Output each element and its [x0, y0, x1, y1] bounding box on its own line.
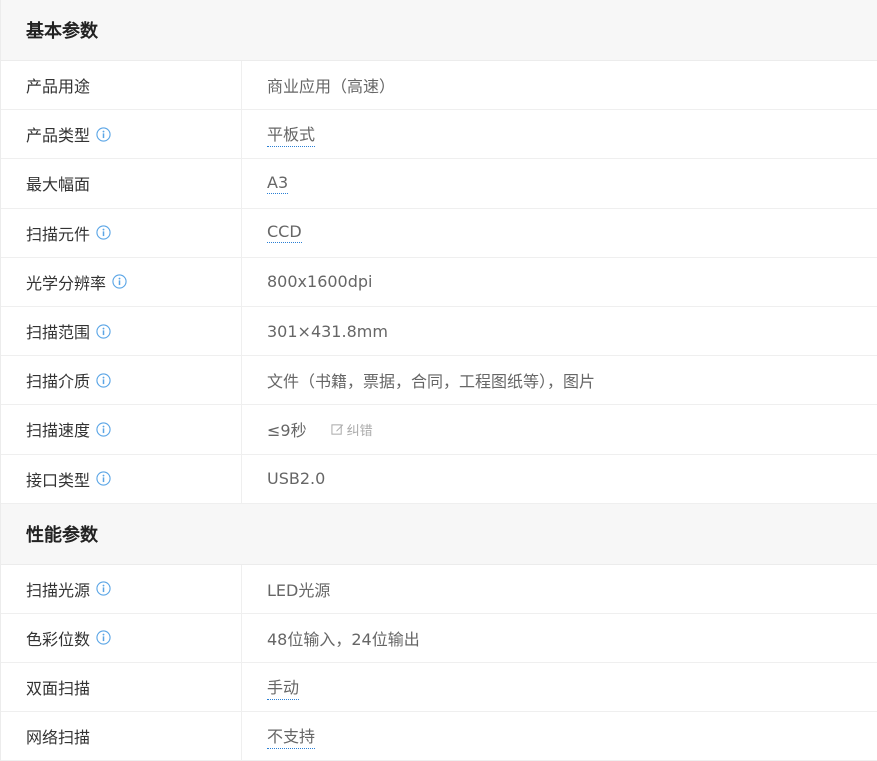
spec-value-link[interactable]: CCD — [267, 222, 302, 244]
spec-value-cell: 301×431.8mm — [242, 322, 877, 341]
spec-label-cell: 扫描介质 — [1, 356, 242, 405]
spec-label-cell: 网络扫描 — [1, 712, 242, 761]
correction-button[interactable]: 纠错 — [331, 420, 373, 439]
spec-value-link[interactable]: 手动 — [267, 674, 300, 701]
spec-label: 接口类型 — [26, 470, 91, 490]
info-icon[interactable] — [96, 323, 111, 339]
spec-value-link[interactable]: A3 — [267, 173, 289, 194]
spec-value: 800x1600dpi — [267, 272, 373, 292]
spec-label-cell: 产品类型 — [1, 110, 242, 159]
info-icon[interactable] — [96, 581, 111, 596]
info-icon[interactable] — [96, 373, 111, 388]
spec-row: 扫描介质 文件（书籍，票据，合同，工程图纸等），图片 — [1, 356, 877, 406]
info-icon[interactable] — [96, 225, 111, 240]
spec-label: 扫描速度 — [26, 421, 91, 441]
spec-label-cell: 接口类型 — [1, 454, 242, 503]
spec-value-cell: USB2.0 — [242, 469, 877, 488]
spec-label: 色彩位数 — [26, 629, 91, 649]
spec-value: LED光源 — [267, 580, 331, 600]
spec-value-cell: LED光源 — [242, 577, 877, 601]
spec-label: 光学分辨率 — [26, 273, 107, 293]
spec-value-cell: 手动 — [242, 674, 877, 701]
spec-row: 产品用途 商业应用（高速） — [1, 61, 877, 111]
spec-value-cell: 商业应用（高速） — [242, 73, 877, 97]
spec-value-cell: 48位输入，24位输出 — [242, 626, 877, 650]
spec-row: 扫描元件 CCD — [1, 208, 877, 258]
info-icon[interactable] — [96, 422, 111, 437]
spec-value: USB2.0 — [267, 469, 326, 489]
spec-value: 文件（书籍，票据，合同，工程图纸等），图片 — [267, 372, 596, 392]
spec-label-cell: 扫描速度 — [1, 405, 242, 454]
spec-row: 网络扫描 不支持 — [1, 712, 877, 761]
spec-label-cell: 色彩位数 — [1, 613, 242, 663]
section-title: 基本参数 — [1, 0, 877, 61]
spec-label: 产品用途 — [26, 77, 91, 97]
spec-value: ≤9秒 — [267, 421, 307, 441]
spec-value-cell: A3 — [242, 173, 877, 194]
spec-label-cell: 光学分辨率 — [1, 257, 242, 306]
section-title: 性能参数 — [1, 503, 877, 565]
spec-value-cell: 800x1600dpi — [242, 272, 877, 291]
spec-value-link[interactable]: 不支持 — [267, 723, 316, 750]
correction-label: 纠错 — [346, 423, 373, 439]
spec-label: 网络扫描 — [26, 728, 91, 748]
spec-row: 接口类型 USB2.0 — [1, 454, 877, 504]
spec-value: 商业应用（高速） — [267, 77, 396, 97]
spec-label: 产品类型 — [26, 126, 91, 146]
spec-label: 扫描元件 — [26, 224, 91, 244]
spec-row: 扫描速度 ≤9秒 纠错 — [1, 405, 877, 455]
spec-label: 双面扫描 — [26, 679, 91, 699]
spec-label-cell: 扫描范围 — [1, 306, 242, 356]
spec-value: 301×431.8mm — [267, 321, 388, 341]
spec-table: 基本参数产品用途 商业应用（高速） 产品类型 平板式最大幅面 A3 扫描元件 CCD 光学分辨… — [0, 0, 877, 761]
spec-label: 最大幅面 — [26, 175, 91, 195]
info-icon[interactable] — [112, 274, 127, 289]
spec-label-cell: 产品用途 — [1, 61, 242, 110]
spec-label: 扫描光源 — [26, 580, 91, 600]
info-icon[interactable] — [96, 471, 111, 486]
spec-row: 扫描光源 LED光源 — [1, 564, 877, 614]
spec-row: 色彩位数 48位输入，24位输出 — [1, 613, 877, 664]
spec-label-cell: 最大幅面 — [1, 159, 242, 208]
spec-value: 48位输入，24位输出 — [267, 629, 420, 649]
spec-label-cell: 双面扫描 — [1, 663, 242, 712]
spec-value-cell: 不支持 — [242, 723, 877, 750]
spec-label-cell: 扫描光源 — [1, 564, 242, 613]
spec-row: 扫描范围 301×431.8mm — [1, 306, 877, 357]
info-icon[interactable] — [96, 630, 111, 646]
info-icon[interactable] — [96, 127, 111, 142]
spec-value-cell: 文件（书籍，票据，合同，工程图纸等），图片 — [242, 368, 877, 392]
spec-row: 产品类型 平板式 — [1, 110, 877, 160]
spec-value-cell: 平板式 — [242, 121, 877, 148]
spec-label: 扫描范围 — [26, 323, 91, 343]
edit-icon — [331, 424, 343, 435]
spec-row: 双面扫描 手动 — [1, 663, 877, 713]
spec-label-cell: 扫描元件 — [1, 208, 242, 257]
spec-row: 光学分辨率 800x1600dpi — [1, 257, 877, 307]
spec-value-cell: ≤9秒 纠错 — [242, 417, 877, 441]
spec-value-cell: CCD — [242, 222, 877, 244]
spec-label: 扫描介质 — [26, 372, 91, 392]
spec-row: 最大幅面 A3 — [1, 159, 877, 209]
spec-value-link[interactable]: 平板式 — [267, 121, 316, 148]
